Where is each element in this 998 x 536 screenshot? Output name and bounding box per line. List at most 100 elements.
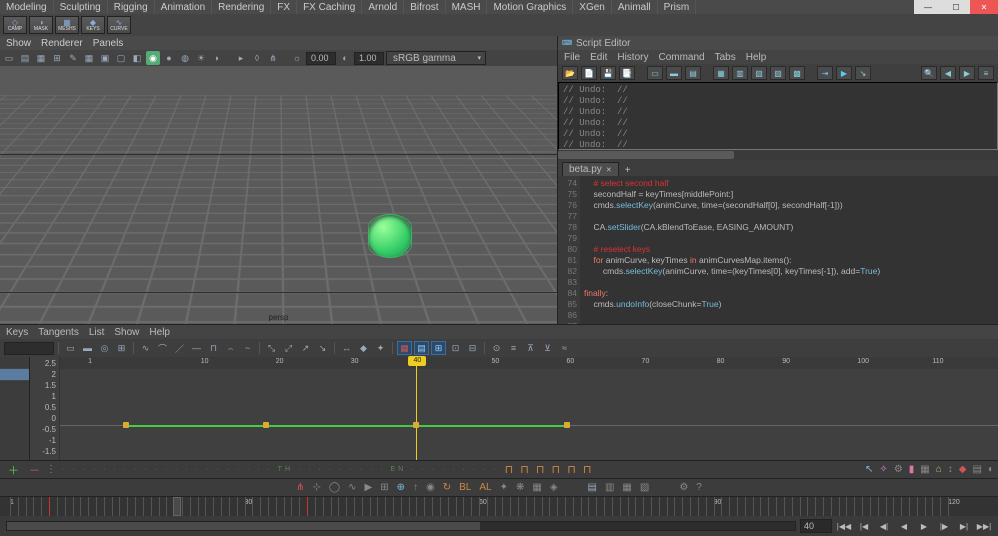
linear-tangent-icon[interactable]: ／ xyxy=(172,341,187,355)
ghost-icon[interactable]: ◯ xyxy=(329,482,340,493)
current-frame-field[interactable]: 40 xyxy=(800,519,832,533)
tool10-icon[interactable]: ◐ xyxy=(988,464,994,475)
clear-input-icon[interactable]: ▬ xyxy=(666,66,682,80)
flat-tangent-icon[interactable]: — xyxy=(189,341,204,355)
go-start-icon[interactable]: |◀◀ xyxy=(836,519,852,533)
main-menu-motion-graphics[interactable]: Motion Graphics xyxy=(487,0,573,14)
timeline-key[interactable] xyxy=(307,497,308,516)
echo-icon[interactable]: ▥ xyxy=(732,66,748,80)
grid-icon[interactable]: ▦ xyxy=(82,51,96,65)
graph-editor-toolbar[interactable]: ▭ ▬ ◎ ⊞ ∿ ⌒ ／ — ⊓ ⌢ ~ ⤡ ⤢ ↗ ↘ ↔ ◆ ✦ ▦ ▤ … xyxy=(0,339,998,357)
frame-playback-icon[interactable]: ▬ xyxy=(80,341,95,355)
graph-editor-menu[interactable]: KeysTangentsListShowHelp xyxy=(0,325,998,339)
spline-tangent-icon[interactable]: ∿ xyxy=(138,341,153,355)
panel-menu-show[interactable]: Show xyxy=(6,38,31,49)
grease-pencil-icon[interactable]: ✎ xyxy=(66,51,80,65)
keyframe[interactable] xyxy=(263,422,269,428)
textured-icon[interactable]: ◍ xyxy=(178,51,192,65)
point-icon[interactable]: ◉ xyxy=(426,482,435,493)
line-numbers-icon[interactable]: ▧ xyxy=(751,66,767,80)
tool2-icon[interactable]: ✧ xyxy=(879,464,887,475)
stats-field[interactable] xyxy=(4,342,54,355)
ge-menu-show[interactable]: Show xyxy=(114,327,139,338)
tool9-icon[interactable]: ▤ xyxy=(973,464,982,475)
se-menu-history[interactable]: History xyxy=(617,52,648,63)
outliner-list[interactable] xyxy=(0,357,30,460)
persp-viewport[interactable]: persp xyxy=(0,66,557,324)
range-slider[interactable] xyxy=(6,521,796,531)
minimize-button[interactable]: — xyxy=(914,0,942,14)
main-menu-xgen[interactable]: XGen xyxy=(573,0,612,14)
normalize-icon[interactable]: ⊼ xyxy=(523,341,538,355)
current-time-cursor[interactable] xyxy=(173,497,181,516)
new-tab-button[interactable]: + xyxy=(621,165,635,176)
wireframe-shaded-icon[interactable]: ◉ xyxy=(146,51,160,65)
film-gate-icon[interactable]: ▣ xyxy=(98,51,112,65)
main-menu-modeling[interactable]: Modeling xyxy=(0,0,54,14)
help-icon[interactable]: ? xyxy=(696,482,702,493)
main-menu-arnold[interactable]: Arnold xyxy=(362,0,404,14)
keyframe[interactable] xyxy=(564,422,570,428)
resolution-gate-icon[interactable]: ▢ xyxy=(114,51,128,65)
tool7-icon[interactable]: ↕ xyxy=(948,464,953,475)
exposure-icon[interactable]: ☼ xyxy=(290,51,304,65)
playblast-icon[interactable]: ▶ xyxy=(365,482,373,493)
main-menu-animation[interactable]: Animation xyxy=(155,0,212,14)
main-menu-fx[interactable]: FX xyxy=(271,0,297,14)
curve-smoothness-icon[interactable]: ≈ xyxy=(557,341,572,355)
clamped-tangent-icon[interactable]: ⌒ xyxy=(155,341,170,355)
keyframe[interactable] xyxy=(123,422,129,428)
clear-all-icon[interactable]: ▤ xyxy=(685,66,701,80)
panel-menu-renderer[interactable]: Renderer xyxy=(41,38,83,49)
xray-joints-icon[interactable]: ⋔ xyxy=(266,51,280,65)
execute-icon[interactable]: ▶ xyxy=(836,66,852,80)
main-menu-prism[interactable]: Prism xyxy=(658,0,697,14)
lattice-icon[interactable]: ▦ xyxy=(397,341,412,355)
lock-tangent-icon[interactable]: ↘ xyxy=(315,341,330,355)
history-scrollbar[interactable] xyxy=(558,150,998,160)
insert-key-icon[interactable]: ◆ xyxy=(356,341,371,355)
main-menu-rendering[interactable]: Rendering xyxy=(212,0,271,14)
se-menu-tabs[interactable]: Tabs xyxy=(715,52,736,63)
shelf-meshs[interactable]: ▦MESHS xyxy=(55,16,79,34)
se-menu-command[interactable]: Command xyxy=(658,52,704,63)
free-tangent-icon[interactable]: ↗ xyxy=(298,341,313,355)
history-panel[interactable]: // Undo: // // Undo: // // Undo: // // U… xyxy=(558,82,998,150)
play-back-icon[interactable]: ◀ xyxy=(896,519,912,533)
shelf-curve[interactable]: ∿CURVE xyxy=(107,16,131,34)
bookmark-icon[interactable]: ▤ xyxy=(18,51,32,65)
step-fwd-icon[interactable]: |▶ xyxy=(936,519,952,533)
time-ruler[interactable]: 1102030405060708090100110 xyxy=(60,357,998,369)
lattice-def-icon[interactable]: ▦ xyxy=(532,482,541,493)
search-icon[interactable]: 🔍 xyxy=(921,66,937,80)
plateau-tangent-icon[interactable]: ⌢ xyxy=(223,341,238,355)
main-menu-animall[interactable]: Animall xyxy=(612,0,658,14)
open-file-icon[interactable]: 📂 xyxy=(562,66,578,80)
script-tabs[interactable]: beta.py ✕ + xyxy=(558,160,998,176)
current-time-indicator[interactable]: 40 xyxy=(416,357,417,460)
image-plane-icon[interactable]: ▦ xyxy=(34,51,48,65)
code-editor[interactable]: 7475767778798081828384858687888990919293… xyxy=(558,176,998,324)
main-menu-fx-caching[interactable]: FX Caching xyxy=(297,0,362,14)
main-menu-mash[interactable]: MASH xyxy=(446,0,488,14)
scale-constrain-icon[interactable]: AL xyxy=(479,482,491,493)
break-tangent-icon[interactable]: ⤡ xyxy=(264,341,279,355)
tab-beta-py[interactable]: beta.py ✕ xyxy=(562,162,619,176)
region-icon[interactable]: ▤ xyxy=(414,341,429,355)
range-slider-row[interactable]: 40 |◀◀ |◀ ◀| ◀ ▶ |▶ ▶| ▶▶| xyxy=(0,516,998,536)
step-back-key-icon[interactable]: |◀ xyxy=(856,519,872,533)
center-view-icon[interactable]: ◎ xyxy=(97,341,112,355)
auto-tangent-icon[interactable]: ~ xyxy=(240,341,255,355)
skeleton-icon[interactable]: ⋔ xyxy=(296,482,304,493)
maximize-button[interactable]: ☐ xyxy=(942,0,970,14)
goto-line-icon[interactable]: ↘ xyxy=(855,66,871,80)
aim-icon[interactable]: BL xyxy=(459,482,471,493)
timeline-key[interactable] xyxy=(49,497,50,516)
trax-icon[interactable]: ▦ xyxy=(622,482,631,493)
graph-editor-icon[interactable]: ▤ xyxy=(588,482,597,493)
step-fwd-key-icon[interactable]: ▶| xyxy=(956,519,972,533)
go-end-icon[interactable]: ▶▶| xyxy=(976,519,992,533)
anim-toolbar-2[interactable]: ⋔ ⊹ ◯ ∿ ▶ ⊞ ⊕ ↑ ◉ ↻ BL AL ✦ ❋ ▦ ◈ ▤ ▥ ▦ … xyxy=(0,478,998,496)
viewport-toolbar[interactable]: ▭ ▤ ▦ ⊞ ✎ ▦ ▣ ▢ ◧ ◉ ● ◍ ☀ ◗ ▸ ◊ ⋔ ☼ 0.00… xyxy=(0,50,557,66)
script-editor-menu[interactable]: FileEditHistoryCommandTabsHelp xyxy=(558,50,998,64)
